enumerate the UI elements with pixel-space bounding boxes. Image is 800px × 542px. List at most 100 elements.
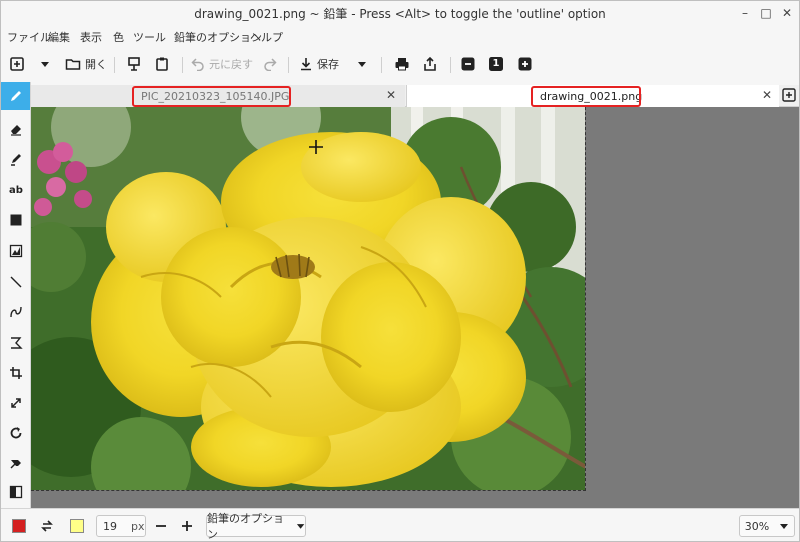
size-spinbox[interactable]: 19 px [96, 515, 146, 537]
tool-options-dropdown[interactable]: 鉛筆のオプション [206, 512, 306, 541]
primary-color-button[interactable] [5, 516, 33, 536]
tool-text[interactable]: ab [4, 178, 28, 202]
tool-rotate[interactable] [4, 421, 28, 445]
menu-bar: ファイル 編集 表示 色 ツール 鉛筆のオプション ヘルプ [1, 27, 799, 47]
toolbar-separator [288, 57, 289, 73]
toolbar: 開く 元に戻す 保存 1 [1, 49, 799, 81]
menu-tools[interactable]: ツール [133, 29, 166, 45]
contrast-icon [9, 485, 23, 499]
rotate-icon [10, 427, 22, 439]
tool-free-shape[interactable] [4, 331, 28, 355]
chevron-down-icon [41, 62, 49, 67]
export-button[interactable] [422, 53, 438, 75]
open-label: 開く [85, 58, 107, 71]
toolbar-separator [182, 57, 183, 73]
toolbar-separator [114, 57, 115, 73]
close-icon[interactable]: ✕ [386, 88, 396, 102]
flower-photo [31, 107, 585, 490]
secondary-color-swatch [70, 519, 84, 533]
menu-tool-options[interactable]: 鉛筆のオプション [174, 29, 262, 45]
tool-eraser[interactable] [4, 117, 28, 141]
tools-sidebar: ab [1, 82, 31, 508]
scale-icon [11, 398, 21, 408]
new-tab-button[interactable] [782, 88, 796, 102]
menu-edit[interactable]: 編集 [48, 29, 70, 45]
filters-icon [10, 460, 21, 469]
redo-button[interactable] [263, 53, 277, 75]
menu-color[interactable]: 色 [113, 29, 124, 45]
download-icon [301, 58, 311, 71]
chevron-down-icon [358, 62, 366, 67]
minimize-button[interactable]: – [737, 5, 753, 21]
copy-button[interactable] [126, 53, 142, 75]
swap-icon [41, 520, 53, 532]
undo-button[interactable]: 元に戻す [191, 53, 253, 75]
tool-crop[interactable] [4, 361, 28, 385]
plus-icon [182, 521, 192, 531]
chevron-down-icon [296, 524, 305, 529]
paste-button[interactable] [154, 53, 170, 75]
tool-pencil[interactable] [1, 82, 30, 110]
highlighter-icon [11, 154, 21, 166]
toolbar-separator [381, 57, 382, 73]
canvas-image[interactable] [31, 107, 586, 491]
close-window-button[interactable]: ✕ [779, 5, 795, 21]
minus-icon [156, 525, 166, 527]
tool-curve[interactable] [4, 300, 28, 324]
close-icon[interactable]: ✕ [762, 88, 772, 102]
secondary-color-button[interactable] [63, 516, 91, 536]
maximize-button[interactable]: □ [758, 5, 774, 21]
tool-options-label: 鉛筆のオプション [207, 512, 284, 541]
save-label: 保存 [317, 58, 339, 71]
tool-highlighter[interactable] [4, 147, 28, 171]
folder-icon [65, 59, 81, 70]
size-value: 19 [103, 519, 117, 533]
undo-label: 元に戻す [209, 58, 253, 71]
save-button[interactable]: 保存 [299, 53, 339, 75]
menu-help[interactable]: ヘルプ [250, 29, 283, 45]
zoom-value: 30% [744, 519, 770, 533]
tool-filters[interactable] [4, 451, 28, 475]
share-icon [424, 56, 436, 71]
redo-icon [264, 58, 277, 71]
tool-shape[interactable] [4, 239, 28, 263]
zoom-in-button[interactable] [518, 53, 532, 75]
minus-icon [461, 57, 475, 71]
zoom-out-button[interactable] [461, 53, 475, 75]
pencil-icon [10, 91, 21, 101]
primary-color-swatch [12, 519, 26, 533]
tool-rectangle[interactable] [4, 208, 28, 232]
line-icon [10, 276, 22, 288]
new-image-button[interactable] [9, 53, 25, 75]
zoom-reset-button[interactable]: 1 [489, 53, 503, 75]
save-dropdown-button[interactable] [356, 53, 368, 75]
clipboard-icon [156, 57, 168, 71]
new-dropdown-button[interactable] [39, 53, 51, 75]
tool-colors[interactable] [4, 480, 28, 504]
print-button[interactable] [394, 53, 410, 75]
menu-file[interactable]: ファイル [7, 29, 51, 45]
crop-icon [10, 367, 22, 379]
open-button[interactable]: 開く [65, 53, 107, 75]
add-tab-icon [782, 88, 796, 102]
menu-view[interactable]: 表示 [80, 29, 102, 45]
copy-icon [128, 57, 140, 71]
eraser-icon [11, 125, 21, 136]
rectangle-icon [10, 214, 22, 226]
zoom-reset-value: 1 [489, 57, 503, 71]
printer-icon [395, 58, 409, 71]
tool-scale[interactable] [4, 391, 28, 415]
swap-colors-button[interactable] [37, 516, 57, 536]
new-image-icon [10, 57, 24, 71]
canvas-area[interactable] [31, 107, 799, 508]
toolbar-separator [450, 57, 451, 73]
undo-icon [191, 58, 204, 71]
zoom-dropdown[interactable]: 30% [739, 515, 795, 537]
application-window: drawing_0021.png ~ 鉛筆 - Press <Alt> to t… [0, 0, 800, 542]
shape-icon [9, 244, 23, 258]
tool-line[interactable] [4, 270, 28, 294]
curve-icon [10, 306, 22, 318]
plus-icon [518, 57, 532, 71]
size-increase-button[interactable] [177, 516, 197, 536]
size-decrease-button[interactable] [151, 516, 171, 536]
